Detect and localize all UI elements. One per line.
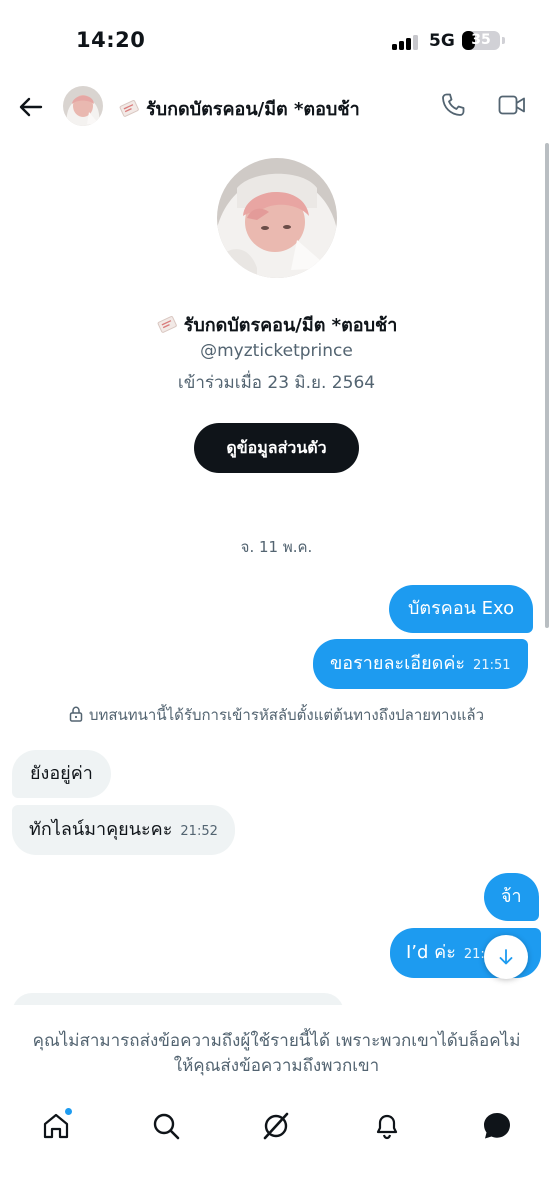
notification-dot: [65, 1108, 72, 1115]
blocked-notice: คุณไม่สามารถส่งข้อความถึงผู้ใช้รายนี้ได้…: [0, 1005, 553, 1095]
profile-name: รับกดบัตรคอน/มีต *ตอบช้า: [0, 310, 553, 339]
back-button[interactable]: [16, 92, 46, 122]
blocked-notice-text: คุณไม่สามารถส่งข้อความถึงผู้ใช้รายนี้ได้…: [32, 1031, 521, 1076]
phone-icon: [442, 93, 465, 116]
message-bubble-incoming[interactable]: ยังอยู่ค่า: [12, 750, 111, 798]
tab-search[interactable]: [148, 1108, 184, 1144]
bell-icon: [376, 1114, 398, 1140]
ticket-emoji-icon: [119, 100, 139, 117]
home-icon: [43, 1113, 69, 1139]
date-separator: จ. 11 พ.ค.: [240, 538, 313, 556]
message-text: จ้า: [501, 886, 522, 907]
profile-avatar[interactable]: [217, 158, 337, 278]
messages-icon: [484, 1113, 510, 1139]
avatar[interactable]: [63, 86, 103, 126]
grok-icon: [263, 1112, 289, 1140]
signal-strength-icon: [392, 34, 420, 50]
battery-percent: 35: [471, 32, 491, 48]
status-bar: 14:20 5G 35: [0, 0, 553, 80]
video-camera-icon: [498, 95, 525, 115]
call-button[interactable]: [440, 92, 466, 118]
message-bubble-outgoing[interactable]: จ้า: [484, 873, 539, 921]
encryption-notice: บทสนทนานี้ได้รับการเข้ารหัสลับตั้งแต่ต้น…: [0, 703, 553, 727]
message-text: ยังอยู่ค่า: [30, 763, 93, 784]
tab-notifications[interactable]: [369, 1108, 405, 1144]
header-title: รับกดบัตรคอน/มีต *ตอบช้า: [118, 94, 360, 123]
message-timestamp: 21:51: [473, 658, 511, 673]
back-arrow-icon: [19, 97, 43, 117]
message-text: ขอรายละเอียดค่ะ: [330, 653, 466, 674]
arrow-down-icon: [499, 949, 513, 965]
profile-name-text: รับกดบัตรคอน/มีต *ตอบช้า: [183, 315, 398, 336]
message-bubble-outgoing[interactable]: บัตรคอน Exo: [389, 585, 534, 633]
scroll-to-bottom-button[interactable]: [484, 935, 528, 979]
view-profile-button[interactable]: ดูข้อมูลส่วนตัว: [194, 423, 359, 473]
video-call-button[interactable]: [498, 94, 526, 116]
profile-joined-date: เข้าร่วมเมื่อ 23 มิ.ย. 2564: [177, 373, 376, 393]
tab-messages[interactable]: [479, 1108, 515, 1144]
tab-home[interactable]: [38, 1108, 74, 1144]
message-text: บัตรคอน Exo: [408, 598, 515, 619]
status-time: 14:20: [76, 28, 146, 52]
encryption-notice-text: บทสนทนานี้ได้รับการเข้ารหัสลับตั้งแต่ต้น…: [88, 706, 485, 724]
conversation-header: รับกดบัตรคอน/มีต *ตอบช้า: [0, 80, 553, 132]
header-title-text: รับกดบัตรคอน/มีต *ตอบช้า: [146, 99, 360, 120]
profile-handle: @myzticketprince: [200, 341, 353, 361]
message-text: ทักไลน์มาคุยนะคะ: [29, 819, 173, 840]
search-icon: [153, 1113, 180, 1140]
message-text: I’d ค่ะ: [406, 942, 456, 963]
ticket-emoji-icon: [157, 316, 177, 333]
network-type: 5G: [429, 31, 455, 51]
message-bubble-outgoing[interactable]: ขอรายละเอียดค่ะ 21:51: [313, 639, 528, 689]
battery-icon: 35: [462, 31, 500, 50]
message-bubble-incoming[interactable]: ทักไลน์มาคุยนะคะ 21:52: [12, 805, 235, 855]
tab-bar: [0, 1098, 553, 1200]
tab-grok[interactable]: [258, 1108, 294, 1144]
message-timestamp: 21:52: [180, 824, 218, 839]
lock-icon: [69, 706, 83, 722]
